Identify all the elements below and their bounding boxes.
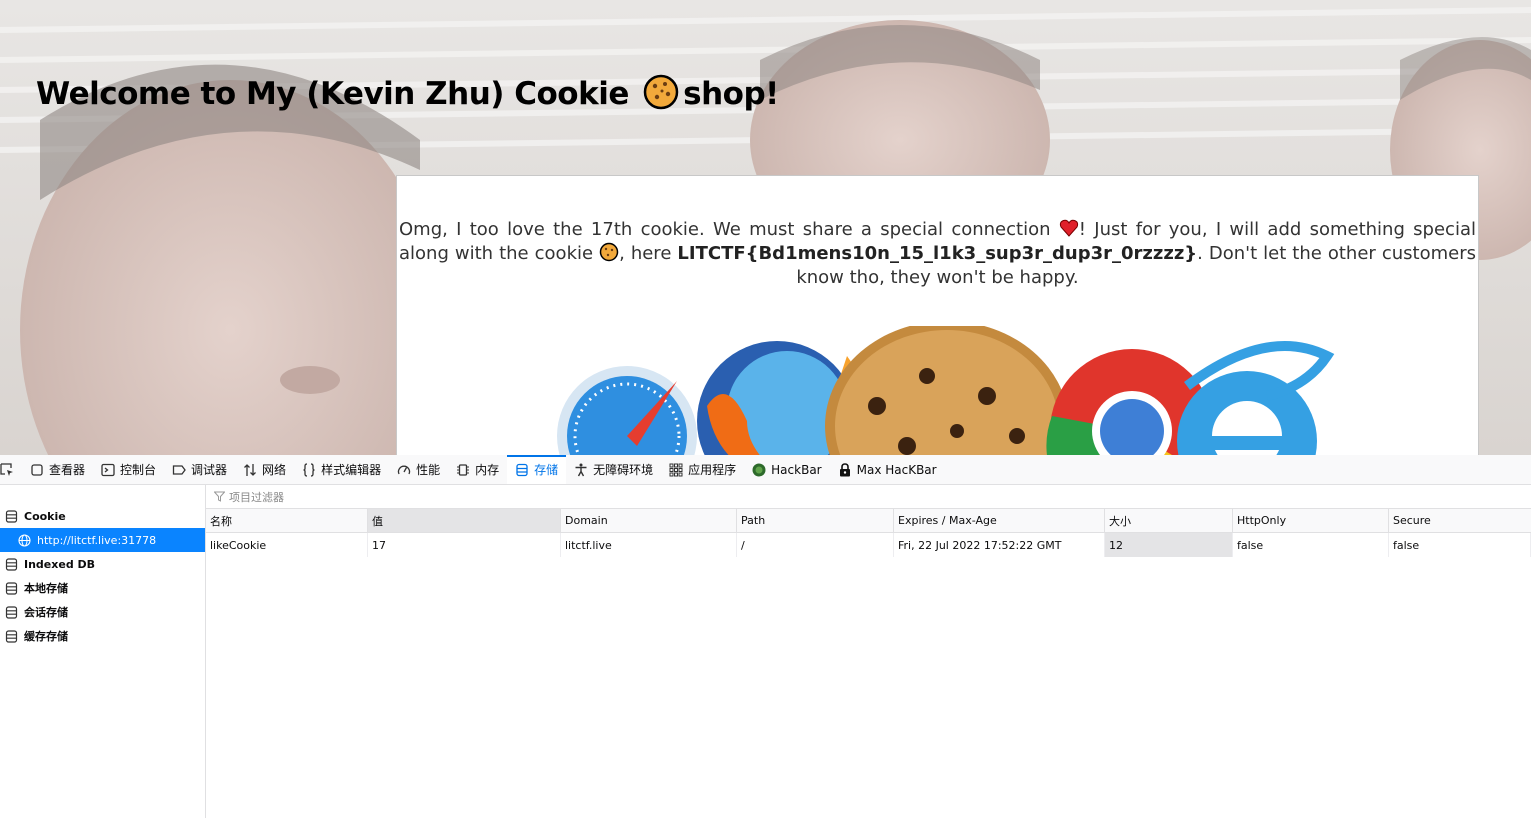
storage-icon bbox=[5, 509, 18, 523]
cookie-icon bbox=[599, 242, 619, 262]
inspector-icon bbox=[31, 463, 43, 476]
tab-hackbar[interactable]: HackBar bbox=[744, 455, 829, 484]
sidebar-item-session-storage[interactable]: 会话存储 bbox=[0, 600, 205, 624]
cell-expires[interactable]: Fri, 22 Jul 2022 17:52:22 GMT bbox=[894, 533, 1105, 557]
reward-message: Omg, I too love the 17th cookie. We must… bbox=[399, 219, 1476, 288]
column-header-domain[interactable]: Domain bbox=[561, 509, 737, 532]
tab-max-hackbar[interactable]: Max HacKBar bbox=[830, 455, 945, 484]
column-header-size[interactable]: 大小 bbox=[1105, 509, 1233, 532]
ie-logo-icon bbox=[1177, 341, 1335, 455]
filter-input[interactable]: 项目过滤器 bbox=[229, 489, 284, 505]
tab-style-editor[interactable]: 样式编辑器 bbox=[294, 455, 389, 484]
cell-path[interactable]: / bbox=[737, 533, 894, 557]
cell-size[interactable]: 12 bbox=[1105, 533, 1233, 557]
sidebar-item-cookie-host[interactable]: http://litctf.live:31778 bbox=[0, 528, 205, 552]
heart-icon bbox=[1059, 219, 1078, 237]
cookie-table: 名称 值 Domain Path Expires / Max-Age 大小 Ht… bbox=[206, 509, 1531, 557]
filter-bar[interactable]: 项目过滤器 bbox=[206, 485, 1531, 509]
max-hackbar-icon bbox=[839, 462, 850, 476]
cell-httponly[interactable]: false bbox=[1233, 533, 1389, 557]
tab-inspector[interactable]: 查看器 bbox=[22, 455, 93, 484]
globe-icon bbox=[18, 533, 31, 547]
tab-performance[interactable]: 性能 bbox=[389, 455, 448, 484]
safari-logo-icon bbox=[557, 366, 697, 455]
element-picker-button[interactable] bbox=[0, 455, 22, 484]
flag-text: LITCTF{Bd1mens10n_15_l1k3_sup3r_dup3r_0r… bbox=[677, 243, 1198, 264]
network-icon bbox=[244, 463, 257, 476]
tab-accessibility[interactable]: 无障碍环境 bbox=[566, 455, 661, 484]
table-header-row: 名称 值 Domain Path Expires / Max-Age 大小 Ht… bbox=[206, 509, 1531, 533]
tab-memory[interactable]: 内存 bbox=[448, 455, 507, 484]
sidebar-item-cache-storage[interactable]: 缓存存储 bbox=[0, 624, 205, 648]
storage-icon bbox=[5, 605, 18, 619]
storage-icon bbox=[5, 629, 18, 643]
column-header-name[interactable]: 名称 bbox=[206, 509, 368, 532]
column-header-expires[interactable]: Expires / Max-Age bbox=[894, 509, 1105, 532]
cookie-image-icon bbox=[825, 326, 1069, 455]
console-icon bbox=[101, 463, 115, 476]
column-header-path[interactable]: Path bbox=[737, 509, 894, 532]
cookie-icon bbox=[643, 74, 679, 110]
cell-value[interactable]: 17 bbox=[368, 533, 561, 557]
storage-sidebar: Cookie http://litctf.live:31778 Indexed … bbox=[0, 485, 206, 818]
storage-icon bbox=[516, 463, 528, 476]
sidebar-item-cookie[interactable]: Cookie bbox=[0, 504, 205, 528]
storage-table-area: 项目过滤器 名称 值 Domain Path Expires / Max-Age… bbox=[206, 485, 1531, 818]
cell-domain[interactable]: litctf.live bbox=[561, 533, 737, 557]
cell-secure[interactable]: false bbox=[1389, 533, 1531, 557]
style-editor-icon bbox=[303, 462, 315, 477]
accessibility-icon bbox=[575, 463, 587, 476]
table-row[interactable]: likeCookie 17 litctf.live / Fri, 22 Jul … bbox=[206, 533, 1531, 557]
tab-network[interactable]: 网络 bbox=[235, 455, 294, 484]
message-box: Omg, I too love the 17th cookie. We must… bbox=[396, 175, 1479, 455]
tab-storage[interactable]: 存储 bbox=[507, 455, 567, 484]
devtools-body: Cookie http://litctf.live:31778 Indexed … bbox=[0, 485, 1531, 818]
performance-icon bbox=[397, 465, 411, 474]
devtools-toolbar: 查看器 控制台 调试器 网络 样式编辑器 性能 内存 存储 无障碍环境 应用程序… bbox=[0, 455, 1531, 485]
debugger-icon bbox=[172, 464, 186, 475]
hackbar-icon bbox=[752, 463, 766, 476]
pick-element-icon bbox=[0, 462, 13, 476]
tab-console[interactable]: 控制台 bbox=[93, 455, 164, 484]
application-icon bbox=[669, 463, 683, 476]
column-header-value[interactable]: 值 bbox=[368, 509, 561, 532]
memory-icon bbox=[457, 463, 470, 476]
tab-debugger[interactable]: 调试器 bbox=[164, 455, 235, 484]
column-header-httponly[interactable]: HttpOnly bbox=[1233, 509, 1389, 532]
sidebar-item-indexeddb[interactable]: Indexed DB bbox=[0, 552, 205, 576]
column-header-secure[interactable]: Secure bbox=[1389, 509, 1531, 532]
filter-icon bbox=[214, 491, 225, 502]
tab-application[interactable]: 应用程序 bbox=[661, 455, 744, 484]
sidebar-item-local-storage[interactable]: 本地存储 bbox=[0, 576, 205, 600]
storage-icon bbox=[5, 557, 18, 571]
page-title: Welcome to My (Kevin Zhu) Cookie shop! bbox=[36, 74, 779, 112]
storage-icon bbox=[5, 581, 18, 595]
devtools-panel: 查看器 控制台 调试器 网络 样式编辑器 性能 内存 存储 无障碍环境 应用程序… bbox=[0, 455, 1531, 818]
page-viewport: Welcome to My (Kevin Zhu) Cookie shop! O… bbox=[0, 0, 1531, 455]
browsers-illustration bbox=[557, 326, 1335, 455]
cell-name[interactable]: likeCookie bbox=[206, 533, 368, 557]
